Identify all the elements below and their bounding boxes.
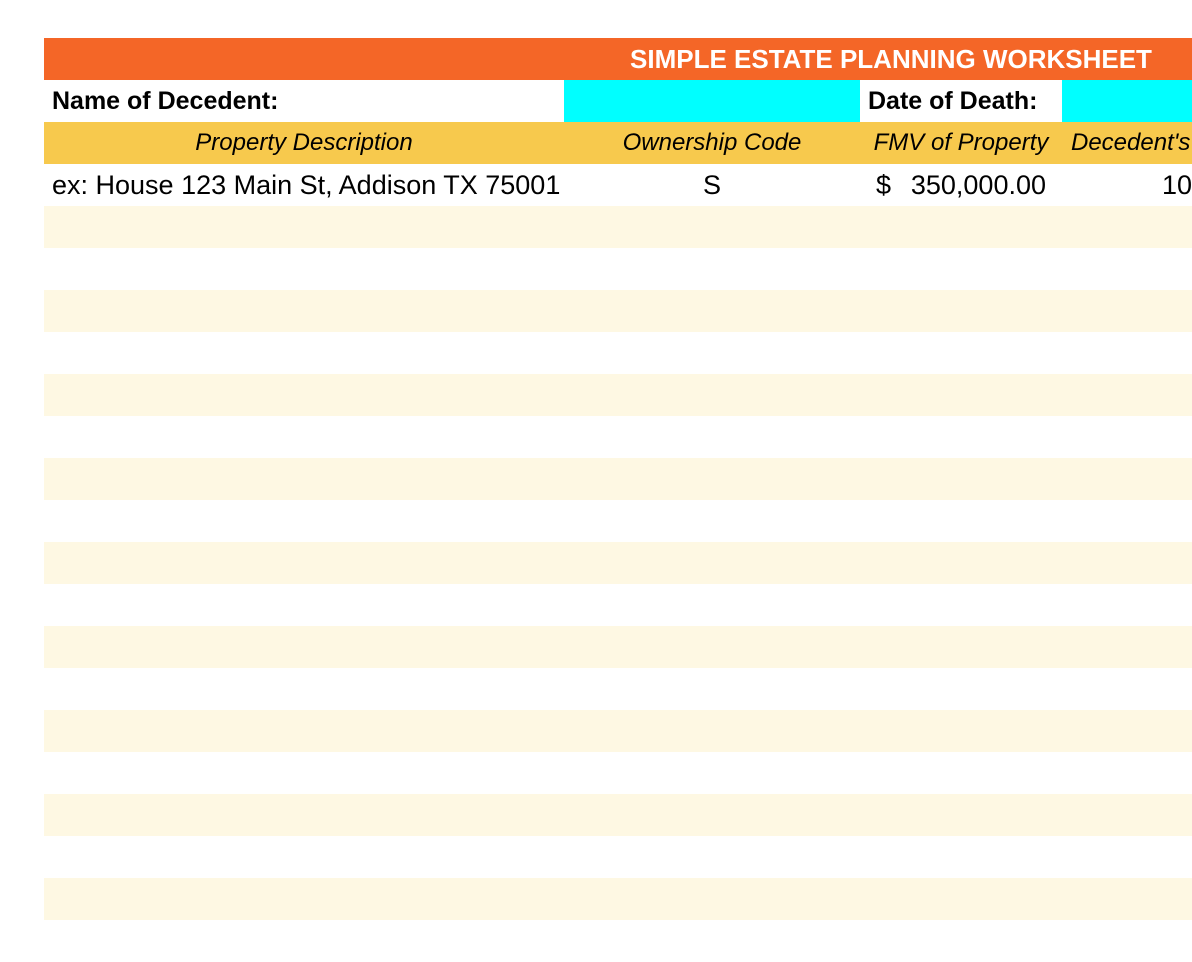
table-row[interactable] bbox=[44, 584, 1192, 626]
name-of-decedent-label: Name of Decedent: bbox=[44, 80, 564, 122]
table-row[interactable] bbox=[44, 836, 1192, 878]
table-row[interactable] bbox=[44, 668, 1192, 710]
decedent-info-row: Name of Decedent: Date of Death: bbox=[44, 80, 1192, 122]
example-fmv-cell[interactable]: 350,000.00 bbox=[906, 164, 1046, 206]
table-row[interactable] bbox=[44, 416, 1192, 458]
table-row[interactable] bbox=[44, 332, 1192, 374]
table-row[interactable] bbox=[44, 542, 1192, 584]
table-row[interactable] bbox=[44, 878, 1192, 920]
date-of-death-label: Date of Death: bbox=[860, 80, 1062, 122]
table-row[interactable] bbox=[44, 290, 1192, 332]
header-property-description: Property Description bbox=[44, 122, 564, 164]
name-of-decedent-input[interactable] bbox=[564, 80, 860, 122]
example-share-cell[interactable]: 10 bbox=[1062, 164, 1192, 206]
currency-symbol: $ bbox=[876, 164, 906, 206]
example-row: ex: House 123 Main St, Addison TX 75001 … bbox=[44, 164, 1192, 206]
worksheet-title: SIMPLE ESTATE PLANNING WORKSHEET bbox=[630, 38, 1152, 80]
worksheet: SIMPLE ESTATE PLANNING WORKSHEET Name of… bbox=[44, 38, 1192, 962]
table-row[interactable] bbox=[44, 794, 1192, 836]
table-row[interactable] bbox=[44, 206, 1192, 248]
table-row[interactable] bbox=[44, 710, 1192, 752]
header-fmv-of-property: FMV of Property bbox=[860, 122, 1062, 164]
header-ownership-code: Ownership Code bbox=[564, 122, 860, 164]
date-of-death-input[interactable] bbox=[1062, 80, 1192, 122]
table-row[interactable] bbox=[44, 374, 1192, 416]
example-ownership-cell[interactable]: S bbox=[564, 164, 860, 206]
example-description-cell[interactable]: ex: House 123 Main St, Addison TX 75001 bbox=[44, 164, 564, 206]
title-bar: SIMPLE ESTATE PLANNING WORKSHEET bbox=[44, 38, 1192, 80]
header-decedents-share: Decedent's bbox=[1062, 122, 1192, 164]
table-row[interactable] bbox=[44, 626, 1192, 668]
table-row[interactable] bbox=[44, 920, 1192, 962]
table-row[interactable] bbox=[44, 458, 1192, 500]
table-row[interactable] bbox=[44, 752, 1192, 794]
column-header-row: Property Description Ownership Code FMV … bbox=[44, 122, 1192, 164]
table-row[interactable] bbox=[44, 248, 1192, 290]
table-row[interactable] bbox=[44, 500, 1192, 542]
